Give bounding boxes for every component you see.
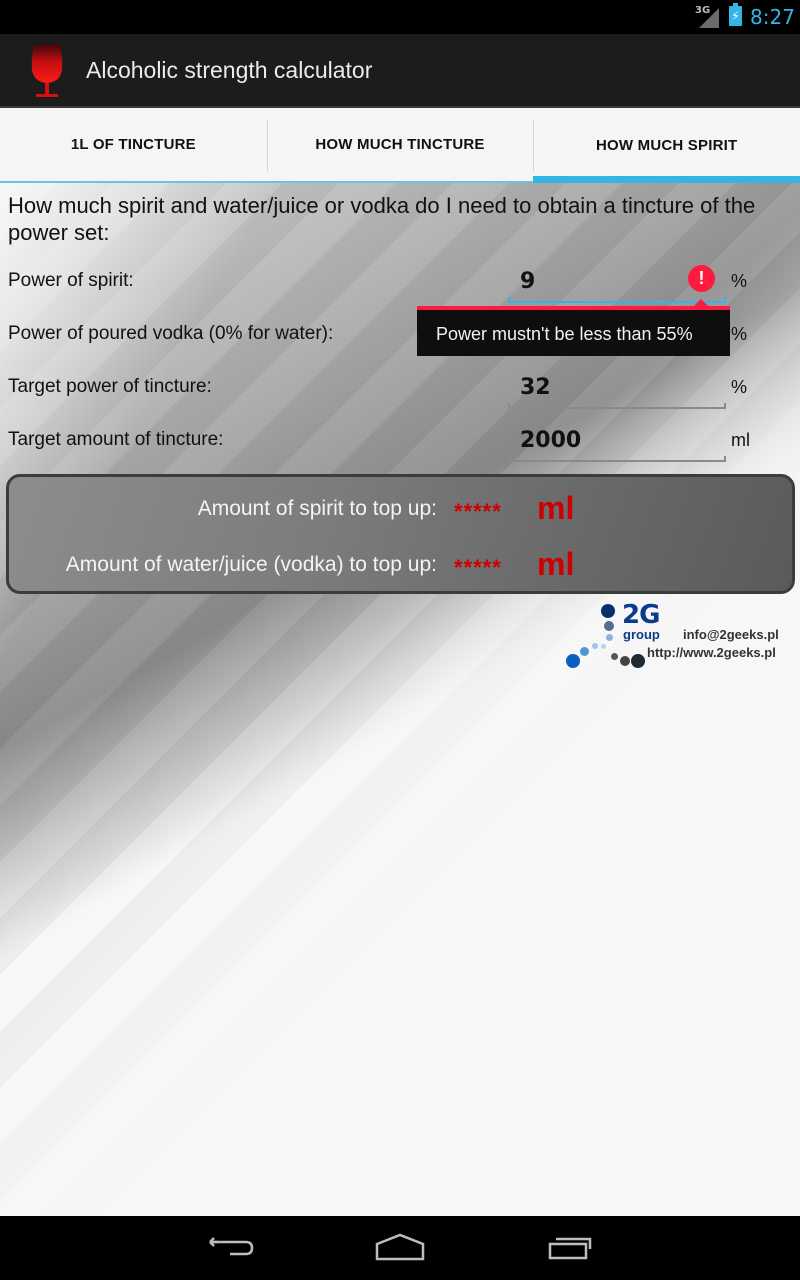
clock: 8:27	[750, 5, 795, 29]
target-amount-value: 2000	[520, 428, 582, 453]
wine-glass-icon	[28, 40, 66, 100]
tab-how-much-tincture[interactable]: HOW MUCH TINCTURE	[266, 110, 534, 183]
tab-label: 1L OF TINCTURE	[70, 136, 196, 153]
navigation-bar	[0, 1216, 800, 1280]
recent-apps-icon	[548, 1237, 592, 1260]
power-of-spirit-unit: %	[731, 271, 748, 291]
target-amount-unit: ml	[731, 430, 750, 450]
logo-dot	[601, 604, 615, 618]
spirit-amount-label: Amount of spirit to top up:	[197, 497, 437, 520]
error-message: Power mustn't be less than 55%	[436, 324, 693, 344]
water-amount-unit: ml	[537, 546, 575, 582]
action-bar: Alcoholic strength calculator	[0, 34, 800, 108]
power-of-spirit-value: 9	[520, 269, 536, 294]
logo-subtitle: group	[623, 627, 660, 642]
tab-1l-of-tincture[interactable]: 1L OF TINCTURE	[0, 110, 267, 183]
power-of-vodka-unit: %	[731, 324, 748, 344]
water-amount-value: *****	[454, 555, 502, 580]
power-of-spirit-label: Power of spirit:	[8, 270, 134, 291]
target-power-value: 32	[520, 375, 551, 400]
company-logo[interactable]: 2G group info@2geeks.pl http://www.2geek…	[560, 600, 795, 672]
logo-dot	[604, 621, 614, 631]
network-signal-icon: 3G	[695, 5, 719, 28]
logo-dot	[611, 653, 618, 660]
target-amount-input[interactable]: 2000	[508, 422, 726, 462]
tab-bar: 1L OF TINCTURE HOW MUCH TINCTURE HOW MUC…	[0, 110, 800, 183]
logo-dot	[580, 647, 589, 656]
logo-dot	[631, 654, 645, 668]
logo-dot	[620, 656, 630, 666]
logo-dot	[601, 644, 606, 649]
back-button[interactable]	[202, 1232, 258, 1264]
logo-dot	[592, 643, 598, 649]
logo-brand: 2G	[622, 600, 660, 630]
error-tooltip: Power mustn't be less than 55%	[417, 299, 730, 356]
target-power-label: Target power of tincture:	[8, 376, 212, 397]
battery-charging-icon: ⚡	[729, 3, 742, 26]
power-of-vodka-label: Power of poured vodka (0% for water):	[8, 323, 334, 344]
intro-text: How much spirit and water/juice or vodka…	[8, 193, 756, 245]
tab-label: HOW MUCH SPIRIT	[596, 136, 738, 154]
tab-how-much-spirit[interactable]: HOW MUCH SPIRIT	[533, 110, 800, 183]
target-power-input[interactable]: 32	[508, 369, 726, 409]
spirit-amount-unit: ml	[537, 490, 575, 526]
app-title: Alcoholic strength calculator	[86, 57, 373, 83]
back-icon	[209, 1237, 254, 1256]
network-type: 3G	[695, 5, 711, 16]
logo-dot	[606, 634, 613, 641]
website-url: http://www.2geeks.pl	[647, 645, 776, 660]
target-amount-label: Target amount of tincture:	[8, 429, 224, 450]
tab-label: HOW MUCH TINCTURE	[315, 136, 485, 153]
home-icon	[375, 1233, 425, 1261]
status-bar: 3G ⚡ 8:27	[0, 0, 800, 34]
home-button[interactable]	[372, 1232, 428, 1264]
target-power-unit: %	[731, 377, 748, 397]
recent-apps-button[interactable]	[544, 1232, 600, 1264]
contact-email: info@2geeks.pl	[683, 627, 779, 642]
error-icon[interactable]: !	[688, 265, 715, 292]
water-amount-label: Amount of water/juice (vodka) to top up:	[65, 553, 437, 576]
logo-dot	[566, 654, 580, 668]
spirit-amount-value: *****	[454, 499, 502, 524]
results-panel: Amount of spirit to top up: ***** ml Amo…	[6, 474, 795, 594]
